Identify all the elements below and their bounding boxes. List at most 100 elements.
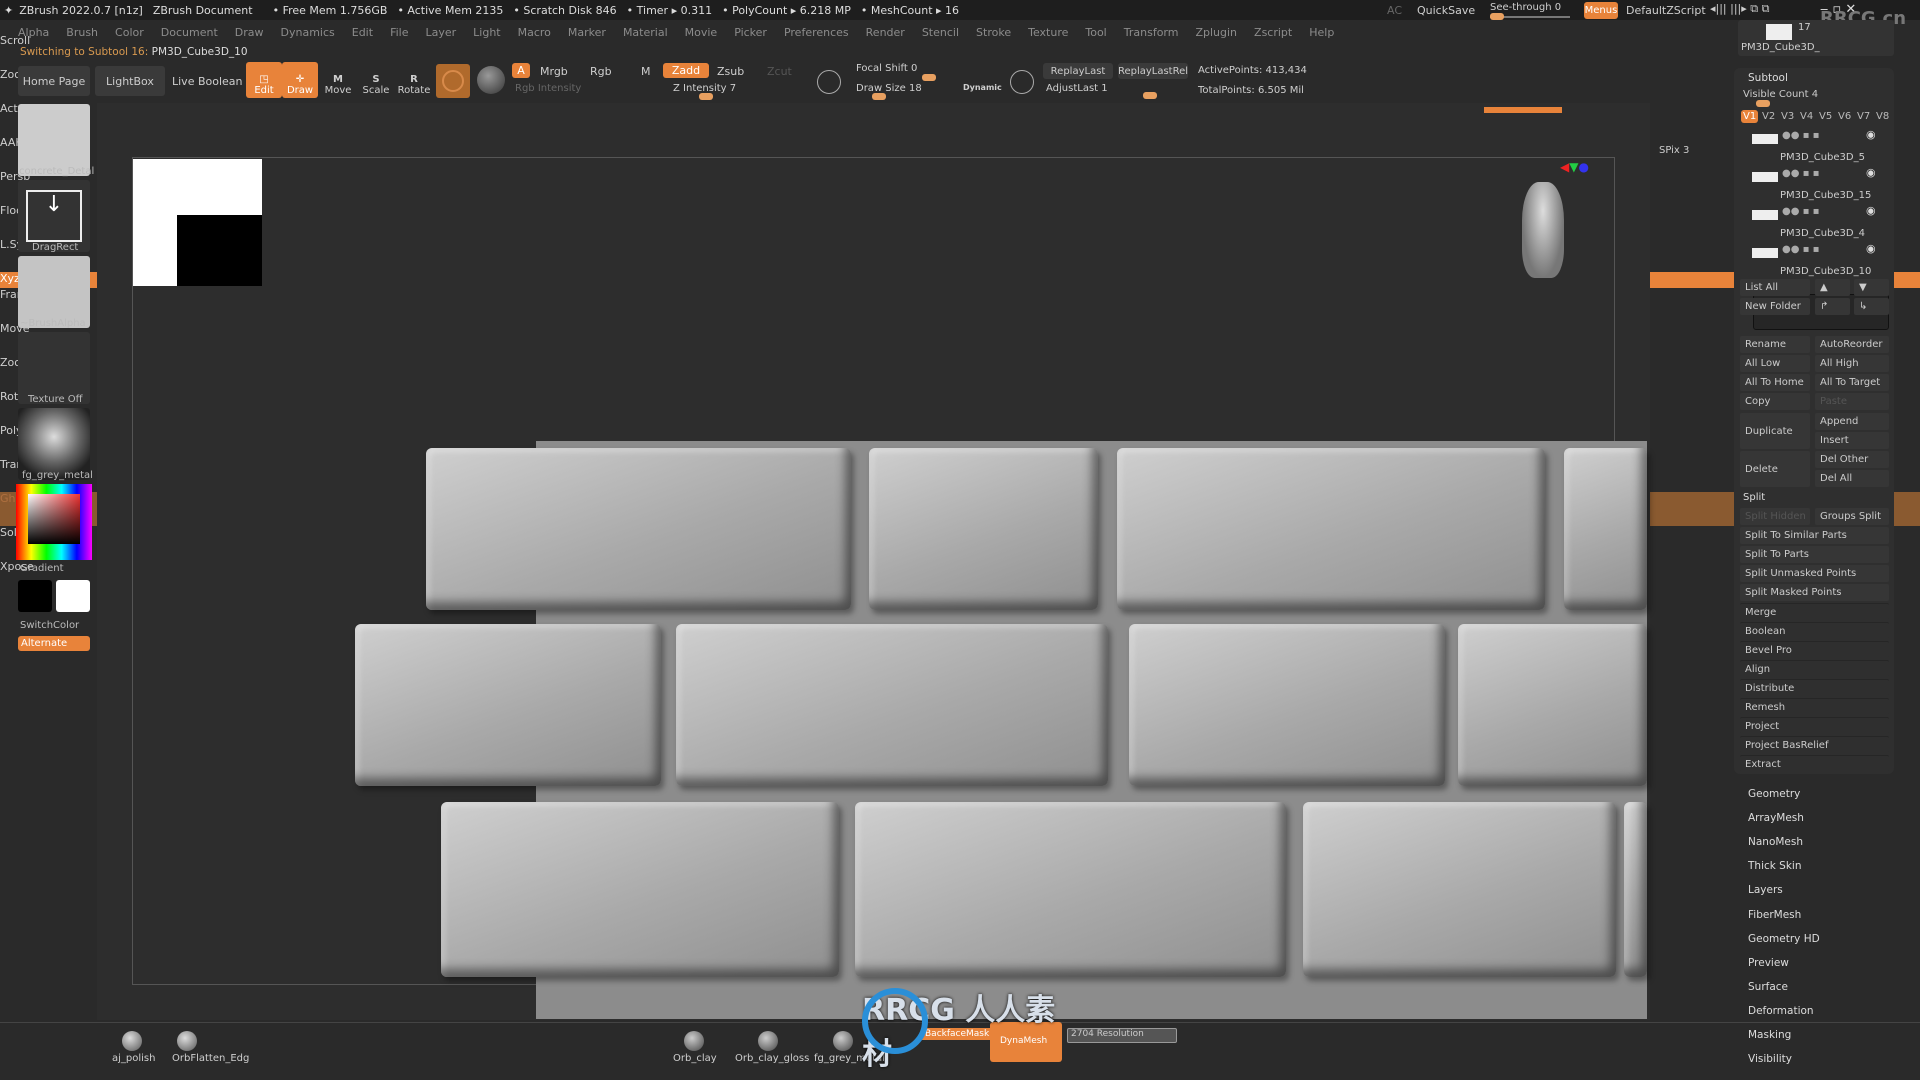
adjust-last-slider[interactable]: AdjustLast 1 xyxy=(1046,83,1108,94)
section-visibility[interactable]: Visibility xyxy=(1748,1053,1792,1065)
section-masking[interactable]: Masking xyxy=(1748,1029,1791,1041)
insert-button[interactable]: Insert xyxy=(1815,432,1889,449)
all-high-button[interactable]: All High xyxy=(1815,355,1889,372)
home-page-button[interactable]: Home Page xyxy=(18,66,90,96)
menu-file[interactable]: File xyxy=(390,26,408,39)
subtool-toggles-icon[interactable]: ●● ▪ ▪ xyxy=(1782,244,1819,255)
subpalette-boolean[interactable]: Boolean xyxy=(1740,622,1889,639)
focal-shift-slider[interactable]: Focal Shift 0 xyxy=(856,63,917,74)
section-preview[interactable]: Preview xyxy=(1748,957,1789,969)
subtool-item-name[interactable]: PM3D_Cube3D_10 xyxy=(1780,266,1871,277)
eye-icon[interactable]: ◉ xyxy=(1866,242,1876,255)
folder-out-button[interactable]: ↳ xyxy=(1854,298,1889,315)
material-preset-icon[interactable] xyxy=(833,1031,853,1051)
split-hidden-button[interactable]: Split Hidden xyxy=(1740,508,1810,525)
menu-alpha[interactable]: Alpha xyxy=(18,26,49,39)
append-button[interactable]: Append xyxy=(1815,413,1889,430)
menu-render[interactable]: Render xyxy=(866,26,905,39)
copy-button[interactable]: Copy xyxy=(1740,393,1810,410)
menus-button[interactable]: Menus xyxy=(1584,2,1618,19)
version-v5[interactable]: V5 xyxy=(1817,110,1834,123)
section-thick-skin[interactable]: Thick Skin xyxy=(1748,860,1802,872)
version-v6[interactable]: V6 xyxy=(1836,110,1853,123)
rotate-button[interactable]: R Rotate xyxy=(396,62,432,98)
all-to-home-button[interactable]: All To Home xyxy=(1740,374,1810,391)
adjust-last-knob[interactable] xyxy=(1143,92,1157,99)
color-picker[interactable] xyxy=(16,484,92,560)
brush-icon[interactable] xyxy=(477,66,505,94)
default-zscript[interactable]: DefaultZScript xyxy=(1626,4,1706,17)
menu-brush[interactable]: Brush xyxy=(66,26,98,39)
replay-last-button[interactable]: ReplayLast xyxy=(1043,63,1113,79)
menu-stroke[interactable]: Stroke xyxy=(976,26,1011,39)
move-up-button[interactable]: ▲ xyxy=(1815,279,1850,296)
version-v2[interactable]: V2 xyxy=(1760,110,1777,123)
version-v3[interactable]: V3 xyxy=(1779,110,1796,123)
version-v4[interactable]: V4 xyxy=(1798,110,1815,123)
section-surface[interactable]: Surface xyxy=(1748,981,1788,993)
brush-preset-icon[interactable] xyxy=(122,1031,142,1051)
brick[interactable] xyxy=(1458,624,1647,786)
menu-texture[interactable]: Texture xyxy=(1028,26,1068,39)
quicksave-button[interactable]: QuickSave xyxy=(1417,4,1475,17)
see-through-slider[interactable]: See-through 0 xyxy=(1490,2,1561,13)
menu-edit[interactable]: Edit xyxy=(352,26,373,39)
brick[interactable] xyxy=(355,624,661,786)
delete-button[interactable]: Delete xyxy=(1740,451,1810,487)
gradient-label[interactable]: Gradient xyxy=(20,563,64,574)
alternate-button[interactable]: Alternate xyxy=(18,636,90,651)
version-v7[interactable]: V7 xyxy=(1855,110,1872,123)
menu-document[interactable]: Document xyxy=(161,26,218,39)
material-preset-icon[interactable] xyxy=(684,1031,704,1051)
subtool-toggles-icon[interactable]: ●● ▪ ▪ xyxy=(1782,206,1819,217)
move-down-button[interactable]: ▼ xyxy=(1854,279,1889,296)
replay-last-rel-button[interactable]: ReplayLastRel xyxy=(1118,63,1188,79)
eye-icon[interactable]: ◉ xyxy=(1866,204,1876,217)
split-parts-button[interactable]: Split To Parts xyxy=(1740,546,1889,563)
resolution-slider[interactable]: 2704 Resolution xyxy=(1067,1028,1177,1043)
orientation-head-icon[interactable] xyxy=(1522,182,1564,278)
menu-macro[interactable]: Macro xyxy=(518,26,551,39)
dynamic-toggle[interactable]: Dynamic xyxy=(963,83,1002,92)
all-to-target-button[interactable]: All To Target xyxy=(1815,374,1889,391)
menu-zplugin[interactable]: Zplugin xyxy=(1195,26,1237,39)
brick[interactable] xyxy=(1129,624,1445,786)
draw-button[interactable]: ✛ Draw xyxy=(282,62,318,98)
subtool-thumb[interactable] xyxy=(1752,210,1778,220)
draw-size-slider[interactable]: Draw Size 18 xyxy=(856,83,922,94)
see-through-knob[interactable] xyxy=(1490,13,1504,20)
subtool-title[interactable]: Subtool xyxy=(1748,72,1788,84)
rgb-toggle[interactable]: Rgb xyxy=(590,65,612,78)
focal-shift-knob[interactable] xyxy=(922,74,936,81)
menu-marker[interactable]: Marker xyxy=(568,26,606,39)
subpalette-bevel-pro[interactable]: Bevel Pro xyxy=(1740,641,1889,658)
secondary-color-swatch[interactable] xyxy=(56,580,90,612)
draw-size-knob[interactable] xyxy=(872,93,886,100)
subtool-toggles-icon[interactable]: ●● ▪ ▪ xyxy=(1782,130,1819,141)
brush-preset-aj-polish[interactable]: aj_polish xyxy=(112,1053,155,1064)
menu-stencil[interactable]: Stencil xyxy=(922,26,959,39)
zsub-toggle[interactable]: Zsub xyxy=(717,65,744,78)
folder-in-button[interactable]: ↱ xyxy=(1815,298,1850,315)
all-low-button[interactable]: All Low xyxy=(1740,355,1810,372)
menu-preferences[interactable]: Preferences xyxy=(784,26,849,39)
subpalette-project[interactable]: Project xyxy=(1740,717,1889,734)
brick[interactable] xyxy=(855,802,1286,977)
m-toggle[interactable]: M xyxy=(641,65,651,78)
rgb-intensity-slider[interactable]: Rgb Intensity xyxy=(515,83,581,94)
paste-button[interactable]: Paste xyxy=(1815,393,1889,410)
subtool-toggles-icon[interactable]: ●● ▪ ▪ xyxy=(1782,168,1819,179)
axis-gizmo-icon[interactable]: ◀▼● xyxy=(1560,160,1589,174)
brush-preset-icon[interactable] xyxy=(177,1031,197,1051)
visible-count-slider[interactable]: Visible Count 4 xyxy=(1743,89,1818,100)
material-orb-clay-gloss[interactable]: Orb_clay_gloss xyxy=(735,1053,809,1064)
version-v1[interactable]: V1 xyxy=(1741,110,1759,123)
eye-icon[interactable]: ◉ xyxy=(1866,166,1876,179)
menu-help[interactable]: Help xyxy=(1309,26,1334,39)
section-deformation[interactable]: Deformation xyxy=(1748,1005,1814,1017)
subpalette-merge[interactable]: Merge xyxy=(1740,603,1889,620)
split-similar-button[interactable]: Split To Similar Parts xyxy=(1740,527,1889,544)
ac-button[interactable]: AC xyxy=(1387,4,1402,17)
subtool-thumb[interactable] xyxy=(1752,134,1778,144)
new-folder-button[interactable]: New Folder xyxy=(1740,298,1810,315)
